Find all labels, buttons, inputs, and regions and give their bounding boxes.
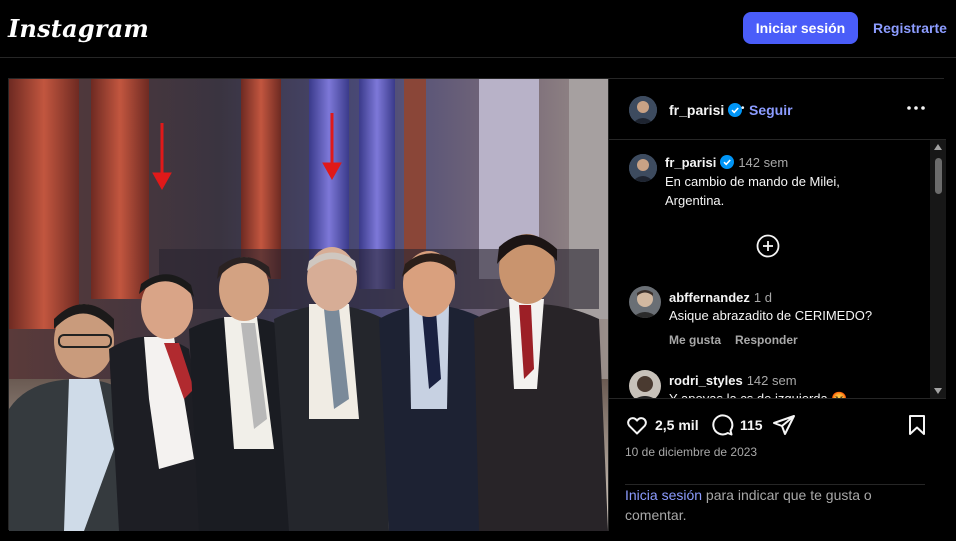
more-options-icon[interactable]	[905, 99, 927, 117]
comment-text: Asique abrazadito de CERIMEDO?	[669, 308, 873, 323]
comment-reply-button[interactable]: Responder	[735, 333, 798, 347]
post-side-panel: fr_parisi • Seguir fr_parisi 142 sem En c…	[608, 79, 946, 531]
post-photo[interactable]	[9, 79, 608, 531]
scroll-thumb[interactable]	[935, 158, 942, 194]
commenter-avatar[interactable]	[629, 286, 661, 318]
comment-username[interactable]: rodri_styles 142 sem	[669, 373, 797, 388]
comment-text: Y apoyas la cs de izquierda 🤬	[669, 389, 848, 398]
post-date: 10 de diciembre de 2023	[625, 445, 758, 459]
comments-list[interactable]: fr_parisi 142 sem En cambio de mando de M…	[609, 140, 946, 398]
comment-like-button[interactable]: Me gusta	[669, 333, 721, 347]
login-prompt-link[interactable]: Inicia sesión	[625, 487, 702, 503]
follow-button[interactable]: Seguir	[749, 102, 793, 118]
caption-author-avatar[interactable]	[629, 154, 657, 182]
comment-time: 142 sem	[746, 373, 797, 388]
signup-link[interactable]: Registrarte	[873, 20, 947, 36]
likes-count[interactable]: 2,5 mil	[655, 417, 699, 433]
caption-username[interactable]: fr_parisi 142 sem	[665, 155, 788, 170]
comment-time: 1 d	[753, 290, 772, 305]
comment-count[interactable]: 115	[740, 417, 763, 433]
event-photo-illustration	[9, 79, 608, 531]
post-header: fr_parisi • Seguir	[609, 79, 946, 140]
author-username[interactable]: fr_parisi	[669, 102, 743, 118]
top-bar: Instagram Iniciar sesión Registrarte	[0, 0, 956, 58]
share-icon[interactable]	[772, 413, 796, 437]
login-prompt: Inicia sesión para indicar que te gusta …	[625, 484, 925, 525]
caption-time: 142 sem	[738, 155, 789, 170]
caption-text: En cambio de mando de Milei, Argentina.	[665, 174, 840, 208]
commenter-avatar[interactable]	[629, 370, 661, 398]
verified-badge-icon	[720, 155, 735, 169]
author-avatar[interactable]	[629, 96, 657, 124]
comment-icon[interactable]	[710, 413, 734, 437]
login-button[interactable]: Iniciar sesión	[743, 12, 858, 44]
scroll-up-arrow[interactable]	[934, 144, 942, 150]
post-actions: 2,5 mil 115 10 de diciembre de 2023 Inic…	[609, 398, 946, 531]
comments-scrollbar[interactable]	[930, 140, 946, 398]
heart-icon[interactable]	[625, 413, 649, 437]
bookmark-icon[interactable]	[905, 413, 929, 437]
post-card: fr_parisi • Seguir fr_parisi 142 sem En c…	[8, 78, 946, 531]
scroll-down-arrow[interactable]	[934, 388, 942, 394]
separator-dot: •	[741, 103, 745, 114]
comment-username[interactable]: abffernandez 1 d	[669, 290, 772, 305]
add-comment-icon[interactable]	[756, 234, 780, 258]
comment-actions: Me gusta Responder	[669, 333, 812, 347]
instagram-logo[interactable]: Instagram	[8, 14, 149, 43]
